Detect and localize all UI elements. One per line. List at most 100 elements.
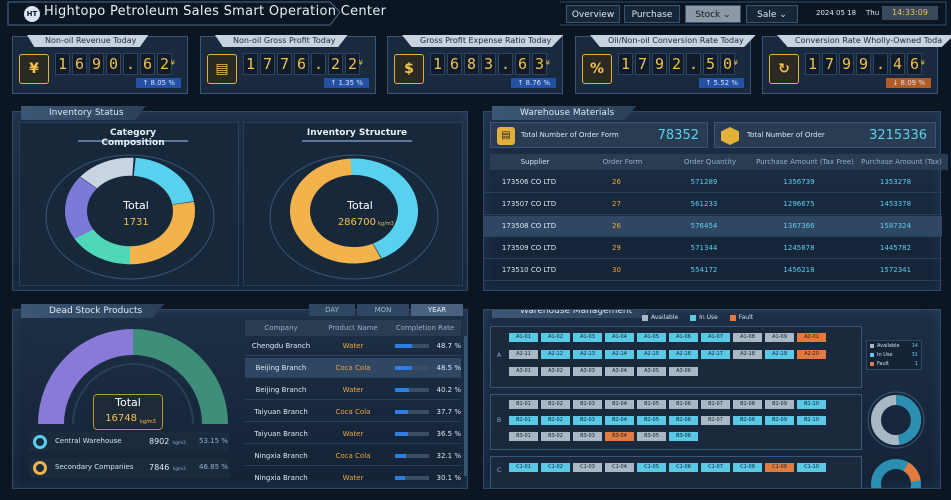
storage-slot[interactable]: A1-07 [701,333,730,342]
storage-slot[interactable]: C1-10 [797,463,826,472]
storage-slot[interactable]: B1-02 [541,400,570,409]
storage-slot[interactable]: B1-10 [797,400,826,409]
kpi-digit: . [873,53,888,75]
storage-slot[interactable]: B2-03 [573,416,602,425]
storage-slot[interactable]: B3-03 [573,432,602,441]
storage-slot[interactable]: A3-03 [573,367,602,376]
storage-slot[interactable]: B2-10 [797,416,826,425]
table-row[interactable]: Beijing Branch Water 40.2 % [245,380,461,400]
storage-slot[interactable]: A3-06 [669,367,698,376]
storage-slot[interactable]: B1-01 [509,400,538,409]
table-row[interactable]: Taiyuan Branch Water 36.5 % [245,424,461,444]
kpi-label: Gross Profit Expense Ratio Today [402,35,564,47]
kpi-digit: 4 [890,53,905,75]
completion-bar [395,476,429,480]
storage-slot[interactable]: B2-04 [605,416,634,425]
table-row[interactable]: 173510 CO LTD 30 554172 1456218 1572341 [484,260,942,281]
storage-slot[interactable]: A3-01 [509,367,538,376]
storage-slot[interactable]: B2-07 [701,416,730,425]
cell-rate: 48.5 % [436,364,461,372]
site-unit: kg/m3 [173,440,186,445]
table-row[interactable]: Chengdu Branch Water 48.7 % [245,336,461,356]
nav-sale[interactable]: Sale ⌄ [746,5,798,23]
storage-slot[interactable]: C1-04 [605,463,634,472]
storage-slot[interactable]: B2-01 [509,416,538,425]
storage-slot[interactable]: B3-01 [509,432,538,441]
kpi-digit: 7 [277,53,292,75]
tab-mon[interactable]: MON [357,304,409,316]
cell-product: Coca Cola [335,364,371,372]
table-row[interactable]: Ningxia Branch Water 30.1 % [245,468,461,484]
table-row[interactable]: Ningxia Branch Coca Cola 32.1 % [245,446,461,466]
storage-slot[interactable]: A2-11 [509,350,538,359]
storage-slot[interactable]: A1-02 [541,333,570,342]
storage-slot[interactable]: C1-08 [733,463,762,472]
cell-rate: 30.1 % [436,474,461,482]
storage-slot[interactable]: B3-04 [605,432,634,441]
kpi-digit: 6 [294,53,309,75]
storage-slot[interactable]: B1-08 [733,400,762,409]
storage-slot[interactable]: A2-12 [541,350,570,359]
storage-slot[interactable]: A1-09 [765,333,794,342]
table-row[interactable]: Taiyuan Branch Coca Cola 37.7 % [245,402,461,422]
nav-overview[interactable]: Overview [566,5,620,23]
storage-slot[interactable]: C1-09 [765,463,794,472]
storage-slot[interactable]: C1-02 [541,463,570,472]
legend: Available In Use Fault [642,314,753,321]
storage-slot[interactable]: A1-01 [509,333,538,342]
storage-slot[interactable]: B1-05 [637,400,666,409]
storage-slot[interactable]: B3-06 [669,432,698,441]
storage-slot[interactable]: B3-05 [637,432,666,441]
storage-slot[interactable]: C1-05 [637,463,666,472]
kpi-digit: 6 [72,53,87,75]
nav-purchase[interactable]: Purchase [624,5,680,23]
storage-slot[interactable]: A1-08 [733,333,762,342]
storage-slot[interactable]: A2-20 [797,350,826,359]
tab-day[interactable]: DAY [309,304,355,316]
storage-slot[interactable]: A3-05 [637,367,666,376]
stat-in-use: In Use [870,352,893,358]
cell-order-form: 26 [612,178,621,186]
box-icon [721,127,739,145]
storage-slot[interactable]: A3-02 [541,367,570,376]
storage-slot[interactable]: A2-14 [605,350,634,359]
table-row[interactable]: 173509 CO LTD 29 571344 1245678 1445782 [484,238,942,259]
storage-slot[interactable]: B3-02 [541,432,570,441]
kpi-digits: 1683.63 [430,53,547,75]
storage-slot[interactable]: C1-06 [669,463,698,472]
storage-slot[interactable]: B2-02 [541,416,570,425]
scrollbar[interactable] [464,336,467,476]
storage-slot[interactable]: B1-09 [765,400,794,409]
table-row[interactable]: 173507 CO LTD 27 561233 1296675 1453378 [484,194,942,215]
storage-slot[interactable]: C1-07 [701,463,730,472]
storage-slot[interactable]: C1-03 [573,463,602,472]
storage-slot[interactable]: A2-13 [573,350,602,359]
storage-slot[interactable]: C1-01 [509,463,538,472]
storage-slot[interactable]: B1-03 [573,400,602,409]
tab-year[interactable]: YEAR [411,304,463,316]
storage-slot[interactable]: A2-01 [797,333,826,342]
table-row[interactable]: 173508 CO LTD 26 576454 1367366 1587324 [484,216,942,237]
storage-slot[interactable]: A2-18 [733,350,762,359]
storage-slot[interactable]: B1-04 [605,400,634,409]
storage-slot[interactable]: A2-15 [637,350,666,359]
table-row[interactable]: 173506 CO LTD 26 571289 1356739 1353278 [484,172,942,193]
storage-slot[interactable]: B2-06 [669,416,698,425]
storage-slot[interactable]: B2-09 [765,416,794,425]
table-row[interactable]: Beijing Branch Coca Cola 48.5 % [245,358,461,378]
storage-slot[interactable]: A3-04 [605,367,634,376]
storage-slot[interactable]: A2-17 [701,350,730,359]
storage-slot[interactable]: A2-16 [669,350,698,359]
storage-slot[interactable]: B2-08 [733,416,762,425]
storage-slot[interactable]: A2-19 [765,350,794,359]
storage-slot[interactable]: A1-05 [637,333,666,342]
storage-slot[interactable]: B1-07 [701,400,730,409]
nav-stock[interactable]: Stock ⌄ [685,5,741,23]
storage-slot[interactable]: A1-04 [605,333,634,342]
kpi-digit: 1 [243,53,258,75]
storage-slot[interactable]: A1-03 [573,333,602,342]
stat-available: Available [870,343,900,349]
storage-slot[interactable]: B2-05 [637,416,666,425]
storage-slot[interactable]: A1-06 [669,333,698,342]
storage-slot[interactable]: B1-06 [669,400,698,409]
